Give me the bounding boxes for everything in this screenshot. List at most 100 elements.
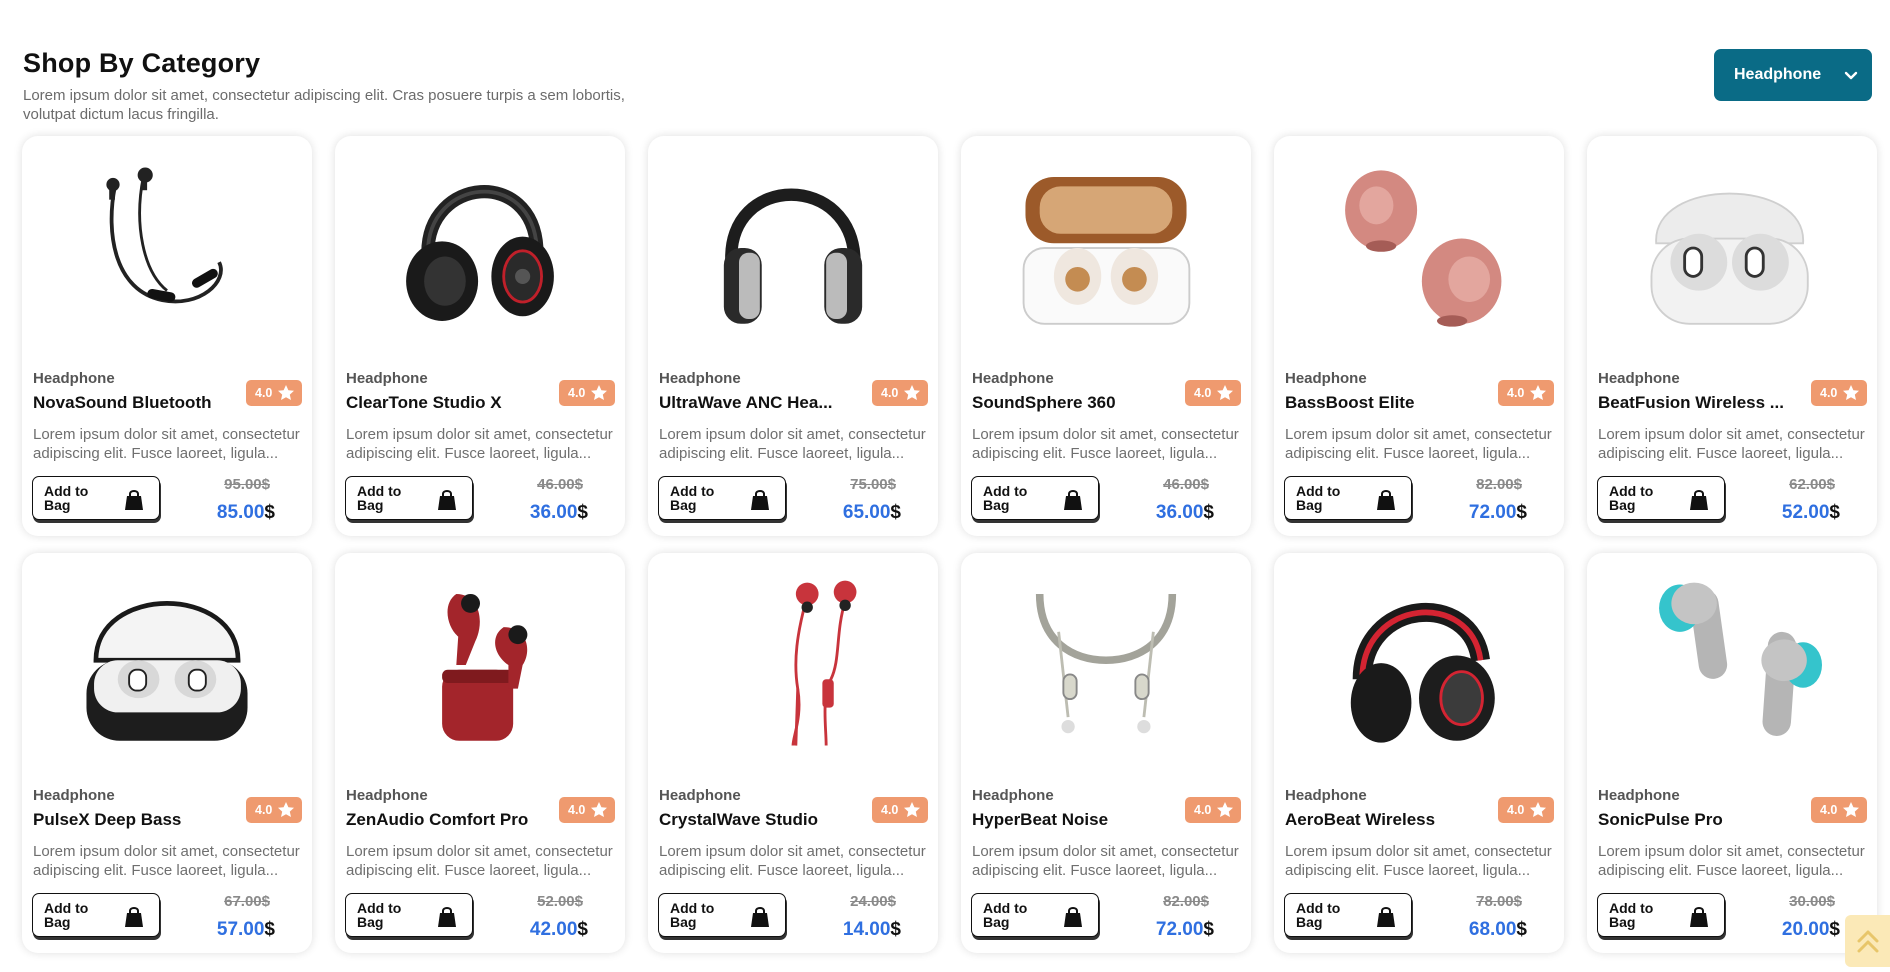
currency-symbol: $	[1829, 919, 1840, 940]
rating-value: 4.0	[1820, 803, 1838, 817]
currency-symbol: $	[890, 919, 901, 940]
rating-badge: 4.0	[1185, 380, 1241, 406]
add-to-bag-label: Add to Bag	[44, 483, 89, 513]
product-card[interactable]: Headphone SonicPulse Pro 4.0 Lorem ipsum do…	[1587, 553, 1877, 953]
original-price: 82.00$	[1476, 476, 1522, 493]
sale-price-value: 85.00	[216, 502, 265, 523]
product-category: Headphone	[33, 787, 115, 804]
product-image	[1650, 192, 1809, 325]
currency-symbol: $	[577, 502, 588, 523]
original-price: 24.00$	[850, 893, 896, 910]
add-to-bag-button[interactable]: Add to Bag	[1597, 893, 1725, 937]
add-to-bag-button[interactable]: Add to Bag	[32, 893, 160, 937]
rating-value: 4.0	[881, 803, 899, 817]
product-description: Lorem ipsum dolor sit amet, consectetur …	[1285, 426, 1552, 462]
add-to-bag-button[interactable]: Add to Bag	[345, 893, 473, 937]
rating-badge: 4.0	[559, 380, 615, 406]
add-to-bag-button[interactable]: Add to Bag	[971, 476, 1099, 520]
product-image	[1345, 170, 1502, 327]
star-icon	[904, 385, 920, 400]
sale-price: 57.00$	[217, 919, 275, 941]
product-card[interactable]: Headphone SoundSphere 360 4.0 Lorem ipsum d…	[961, 136, 1251, 536]
product-category: Headphone	[33, 370, 115, 387]
rating-badge: 4.0	[246, 797, 302, 823]
rating-value: 4.0	[1194, 386, 1212, 400]
product-description: Lorem ipsum dolor sit amet, consectetur …	[1598, 426, 1865, 462]
currency-symbol: $	[1516, 919, 1527, 940]
product-image	[1022, 176, 1191, 325]
product-description: Lorem ipsum dolor sit amet, consectetur …	[1598, 843, 1865, 879]
product-description: Lorem ipsum dolor sit amet, consectetur …	[33, 426, 300, 462]
original-price: 78.00$	[1476, 893, 1522, 910]
currency-symbol: $	[264, 502, 275, 523]
scroll-to-top-button[interactable]	[1845, 915, 1890, 967]
rating-value: 4.0	[255, 386, 273, 400]
product-card[interactable]: Headphone NovaSound Bluetooth 4.0 Lorem ips…	[22, 136, 312, 536]
currency-symbol: $	[1516, 502, 1527, 523]
product-image	[1659, 582, 1822, 736]
product-card[interactable]: Headphone ZenAudio Comfort Pro 4.0 Lorem ip…	[335, 553, 625, 953]
sale-price-value: 72.00	[1155, 919, 1204, 940]
product-image	[1350, 602, 1495, 743]
product-image	[86, 601, 248, 741]
rating-badge: 4.0	[872, 797, 928, 823]
shopping-bag-icon	[1377, 907, 1395, 927]
original-price: 46.00$	[1163, 476, 1209, 493]
add-to-bag-button[interactable]: Add to Bag	[345, 476, 473, 520]
original-price: 95.00$	[224, 476, 270, 493]
product-card[interactable]: Headphone BassBoost Elite 4.0 Lorem ipsum d…	[1274, 136, 1564, 536]
rating-value: 4.0	[1194, 803, 1212, 817]
original-price: 75.00$	[850, 476, 896, 493]
rating-badge: 4.0	[1811, 380, 1867, 406]
product-card[interactable]: Headphone HyperBeat Noise 4.0 Lorem ipsum d…	[961, 553, 1251, 953]
rating-value: 4.0	[255, 803, 273, 817]
add-to-bag-label: Add to Bag	[983, 900, 1028, 930]
sale-price: 36.00$	[1156, 502, 1214, 524]
sale-price-value: 36.00	[529, 502, 578, 523]
product-card[interactable]: Headphone PulseX Deep Bass 4.0 Lorem ipsum …	[22, 553, 312, 953]
product-name: SoundSphere 360	[972, 393, 1116, 412]
sale-price: 72.00$	[1156, 919, 1214, 941]
add-to-bag-button[interactable]: Add to Bag	[32, 476, 160, 520]
product-card[interactable]: Headphone ClearTone Studio X 4.0 Lorem ipsu…	[335, 136, 625, 536]
add-to-bag-button[interactable]: Add to Bag	[658, 476, 786, 520]
product-card[interactable]: Headphone UltraWave ANC Hea... 4.0 Lorem ip…	[648, 136, 938, 536]
rating-value: 4.0	[1507, 386, 1525, 400]
product-category: Headphone	[1285, 370, 1367, 387]
original-price: 46.00$	[537, 476, 583, 493]
add-to-bag-label: Add to Bag	[670, 900, 715, 930]
sale-price: 72.00$	[1469, 502, 1527, 524]
product-category: Headphone	[659, 787, 741, 804]
rating-value: 4.0	[568, 386, 586, 400]
add-to-bag-label: Add to Bag	[1609, 900, 1654, 930]
currency-symbol: $	[890, 502, 901, 523]
star-icon	[278, 802, 294, 817]
product-card[interactable]: Headphone BeatFusion Wireless ... 4.0 Lorem…	[1587, 136, 1877, 536]
rating-value: 4.0	[1507, 803, 1525, 817]
product-name: CrystalWave Studio	[659, 810, 819, 829]
shopping-bag-icon	[438, 490, 456, 510]
chevron-down-icon	[1844, 71, 1858, 80]
original-price: 30.00$	[1789, 893, 1835, 910]
rating-badge: 4.0	[1498, 797, 1554, 823]
add-to-bag-button[interactable]: Add to Bag	[971, 893, 1099, 937]
shopping-bag-icon	[751, 490, 769, 510]
star-icon	[904, 802, 920, 817]
product-card[interactable]: Headphone AeroBeat Wireless 4.0 Lorem ipsum…	[1274, 553, 1564, 953]
sale-price: 85.00$	[217, 502, 275, 524]
category-dropdown[interactable]: Headphone	[1714, 49, 1872, 101]
product-name: NovaSound Bluetooth	[33, 393, 212, 412]
shopping-bag-icon	[1064, 490, 1082, 510]
rating-badge: 4.0	[559, 797, 615, 823]
sale-price: 36.00$	[530, 502, 588, 524]
add-to-bag-button[interactable]: Add to Bag	[1284, 893, 1412, 937]
product-image	[723, 188, 863, 324]
product-card[interactable]: Headphone CrystalWave Studio 4.0 Lorem ipsu…	[648, 553, 938, 953]
add-to-bag-button[interactable]: Add to Bag	[1284, 476, 1412, 520]
add-to-bag-button[interactable]: Add to Bag	[1597, 476, 1725, 520]
add-to-bag-button[interactable]: Add to Bag	[658, 893, 786, 937]
currency-symbol: $	[1829, 502, 1840, 523]
star-icon	[1217, 802, 1233, 817]
sale-price: 42.00$	[530, 919, 588, 941]
sale-price-value: 72.00	[1468, 502, 1517, 523]
